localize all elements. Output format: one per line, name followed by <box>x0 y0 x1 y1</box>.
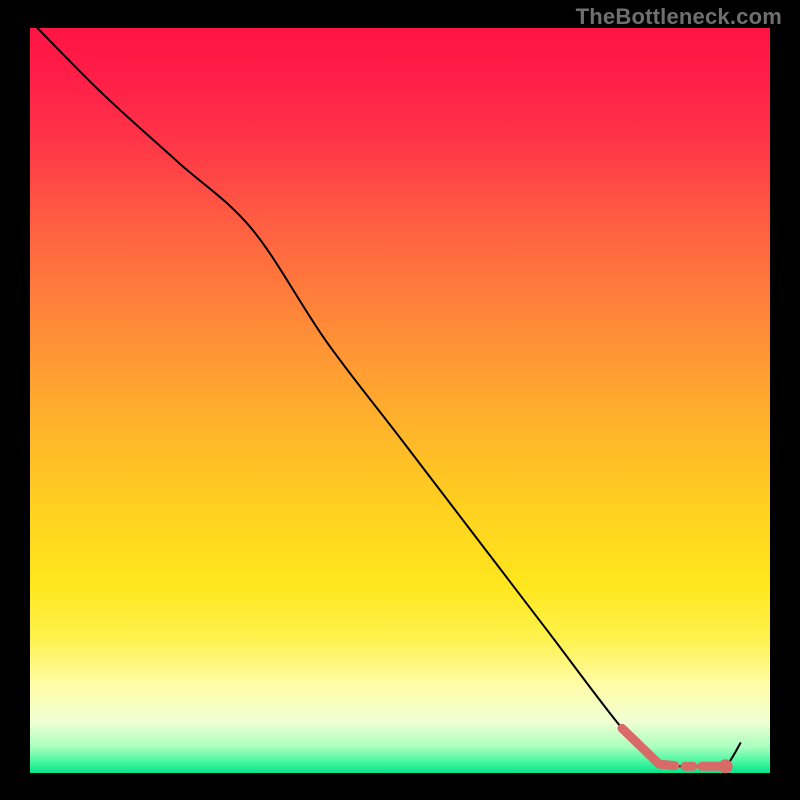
plot-area <box>30 28 770 773</box>
chart-frame: TheBottleneck.com <box>0 0 800 800</box>
highlight-endpoint-marker <box>719 759 733 773</box>
bottleneck-chart <box>0 0 800 800</box>
highlight-dashed-segment <box>659 764 726 766</box>
